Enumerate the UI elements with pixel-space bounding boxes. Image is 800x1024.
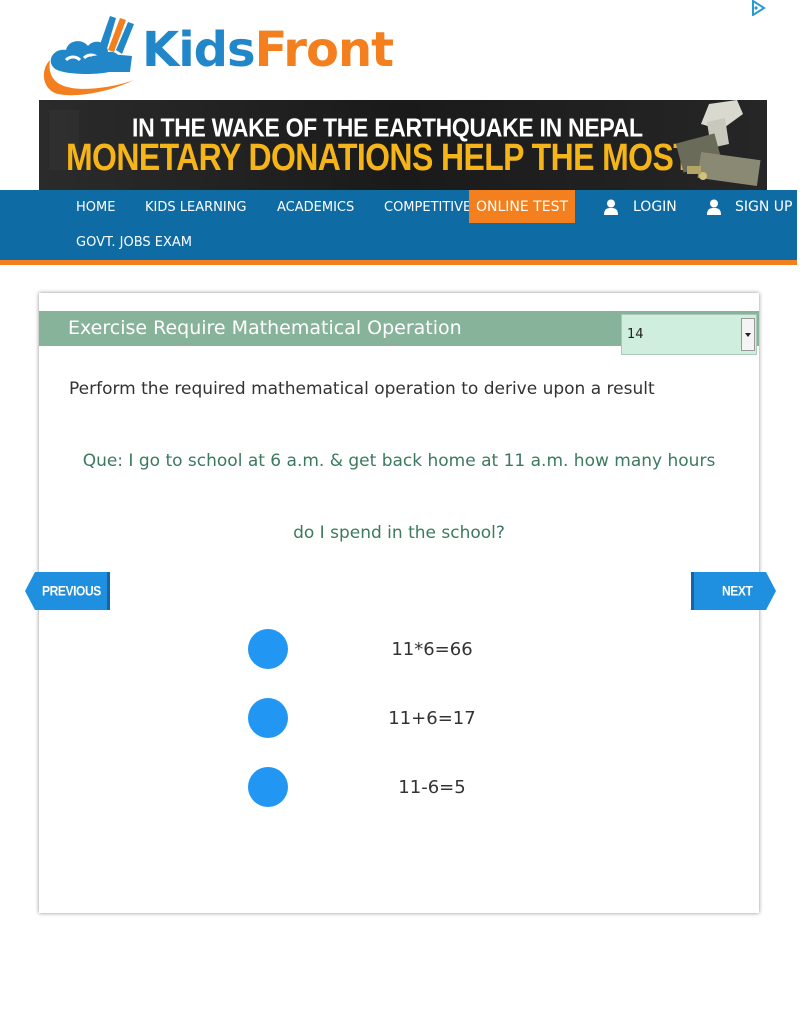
user-icon bbox=[604, 199, 618, 215]
signup-link[interactable]: SIGN UP bbox=[735, 199, 792, 215]
logo-wordmark: KidsFront bbox=[142, 22, 394, 78]
exercise-title: Exercise Require Mathematical Operation bbox=[68, 317, 462, 339]
money-jar-icon bbox=[675, 100, 761, 187]
adchoices-icon[interactable] bbox=[750, 0, 766, 16]
user-icon bbox=[707, 199, 721, 215]
option-radio-3[interactable] bbox=[248, 767, 288, 807]
option-radio-1[interactable] bbox=[248, 629, 288, 669]
logo-kids: Kids bbox=[142, 22, 256, 78]
next-button[interactable]: NEXT bbox=[691, 572, 776, 610]
nav-home[interactable]: HOME bbox=[76, 200, 115, 216]
question-text: Que: I go to school at 6 a.m. & get back… bbox=[82, 451, 716, 543]
page-select[interactable]: 14 bbox=[621, 314, 757, 355]
option-radio-2[interactable] bbox=[248, 698, 288, 738]
banner-tagline: MONETARY DONATIONS HELP THE MOST bbox=[66, 136, 693, 179]
page-select-value: 14 bbox=[627, 327, 644, 342]
chevron-down-icon[interactable] bbox=[741, 318, 755, 351]
nav-kids-learning[interactable]: KIDS LEARNING bbox=[145, 200, 247, 216]
kidsfront-logo[interactable]: KidsFront bbox=[40, 10, 394, 98]
option-label-2[interactable]: 11+6=17 bbox=[332, 708, 532, 729]
previous-button[interactable]: PREVIOUS bbox=[25, 572, 110, 610]
nav-online-test[interactable]: ONLINE TEST bbox=[469, 190, 575, 223]
ad-banner[interactable]: IN THE WAKE OF THE EARTHQUAKE IN NEPAL M… bbox=[39, 100, 767, 190]
nav-underline bbox=[0, 260, 797, 265]
nav-govt-jobs-exam[interactable]: GOVT. JOBS EXAM bbox=[76, 235, 192, 251]
login-link[interactable]: LOGIN bbox=[633, 199, 677, 215]
exercise-card: Exercise Require Mathematical Operation … bbox=[39, 293, 759, 913]
option-label-3[interactable]: 11-6=5 bbox=[332, 777, 532, 798]
option-label-1[interactable]: 11*6=66 bbox=[332, 639, 532, 660]
nav-academics[interactable]: ACADEMICS bbox=[277, 200, 354, 216]
next-label: NEXT bbox=[722, 582, 753, 600]
kidsfront-logo-icon bbox=[43, 16, 134, 96]
previous-label: PREVIOUS bbox=[42, 582, 101, 600]
logo-front: Front bbox=[254, 22, 394, 78]
exercise-instruction: Perform the required mathematical operat… bbox=[69, 379, 655, 399]
